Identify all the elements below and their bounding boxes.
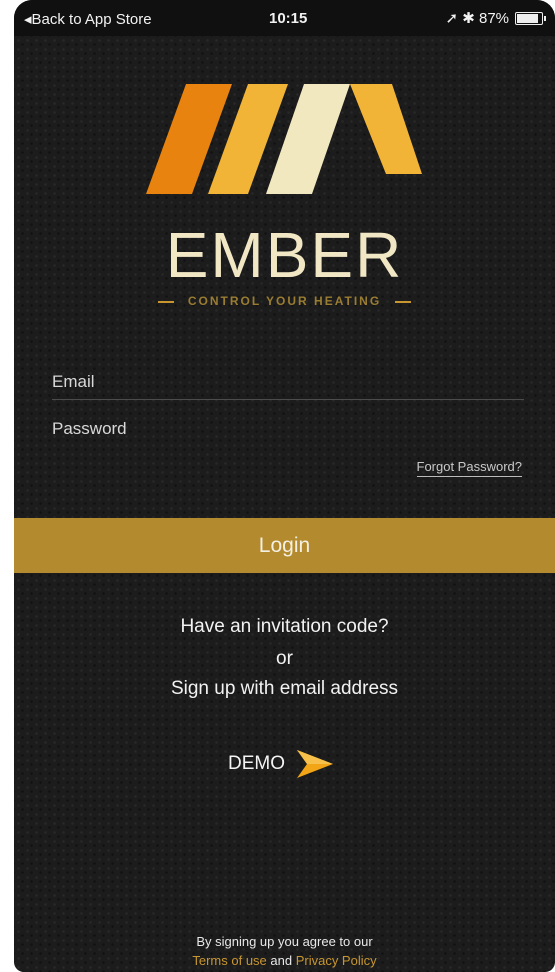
status-indicators: ➚ ✱ 87% xyxy=(445,9,546,27)
tagline-dash-right xyxy=(395,300,412,303)
brand-wordmark: EMBER xyxy=(165,219,404,291)
status-bar: ◂Back to App Store 10:15 ➚ ✱ 87% xyxy=(14,0,555,36)
demo-button[interactable]: DEMO xyxy=(228,748,335,780)
privacy-policy-link[interactable]: Privacy Policy xyxy=(296,953,377,968)
tagline-text: CONTROL YOUR HEATING xyxy=(187,294,382,308)
demo-label: DEMO xyxy=(228,753,285,774)
terms-notice: By signing up you agree to our xyxy=(196,934,373,949)
invitation-code-link[interactable]: Have an invitation code? xyxy=(14,616,555,638)
login-screen: ◂Back to App Store 10:15 ➚ ✱ 87% EMBER C… xyxy=(14,0,555,972)
tagline-dash-left xyxy=(157,300,174,303)
password-field[interactable] xyxy=(52,412,524,446)
or-separator: or xyxy=(276,648,293,669)
ember-logo xyxy=(146,84,422,194)
status-time: 10:15 xyxy=(269,10,308,27)
brand-tagline: CONTROL YOUR HEATING xyxy=(14,294,555,308)
arrow-right-icon xyxy=(297,750,333,778)
battery-icon xyxy=(515,11,546,25)
terms-links: Terms of use and Privacy Policy xyxy=(14,953,555,968)
terms-and-text: and xyxy=(266,953,296,968)
back-to-app-store-link[interactable]: ◂Back to App Store xyxy=(24,10,152,28)
terms-of-use-link[interactable]: Terms of use xyxy=(192,953,266,968)
signup-email-link[interactable]: Sign up with email address xyxy=(14,678,555,700)
forgot-password-link[interactable]: Forgot Password? xyxy=(416,458,522,477)
login-button[interactable]: Login xyxy=(14,518,555,573)
logo-roof-right xyxy=(350,84,422,174)
email-field[interactable] xyxy=(52,365,524,400)
status-indicator-text: ➚ ✱ 87% xyxy=(445,10,510,27)
